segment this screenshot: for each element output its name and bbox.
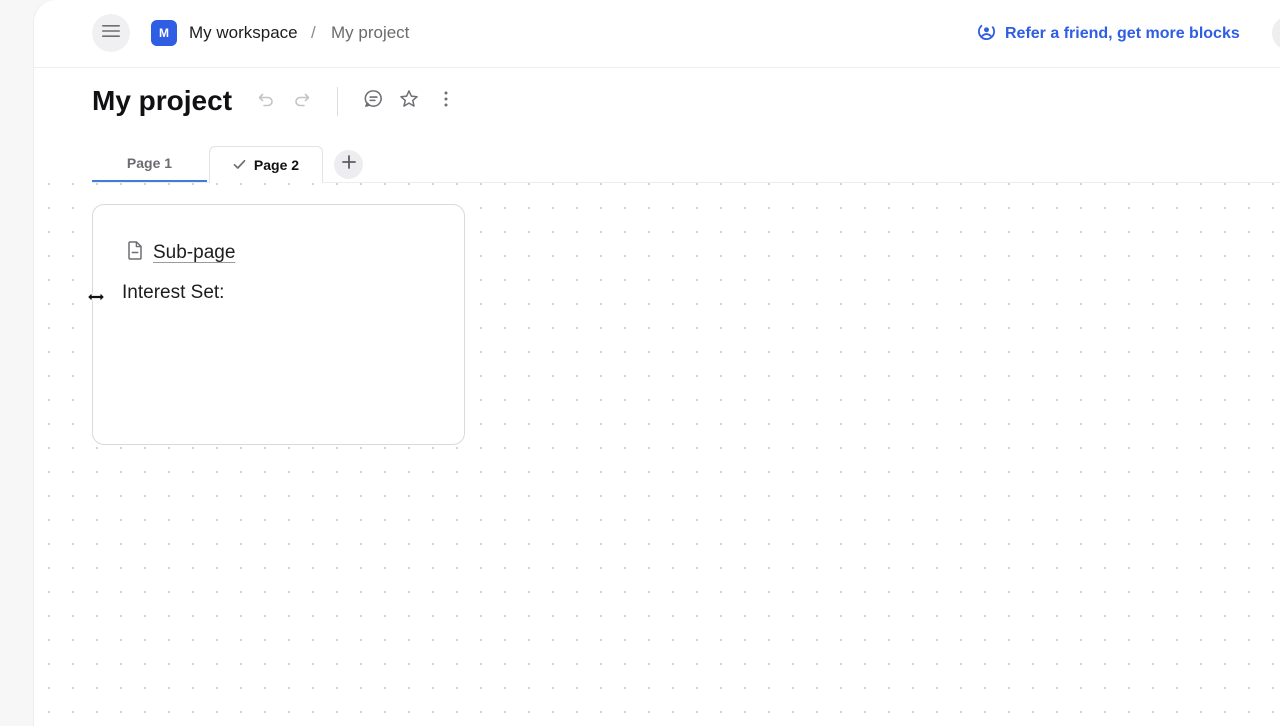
block-text[interactable]: Interest Set: [122, 281, 224, 305]
breadcrumb-separator: / [311, 23, 316, 42]
undo-button[interactable] [254, 89, 278, 113]
redo-icon [292, 89, 312, 114]
add-page-button[interactable] [334, 150, 363, 179]
tab-page-2[interactable]: Page 2 [209, 146, 323, 183]
user-avatar[interactable] [1272, 16, 1280, 50]
tab-label: Page 2 [253, 157, 300, 173]
resize-horizontal-cursor-icon [86, 290, 106, 304]
hamburger-menu-icon [102, 24, 120, 43]
tab-page-1[interactable]: Page 1 [92, 146, 207, 182]
breadcrumb-workspace[interactable]: My workspace [189, 23, 298, 43]
sub-page-link[interactable]: Sub-page [127, 241, 235, 265]
text-block-card[interactable]: Sub-page Interest Set: [92, 204, 465, 445]
star-icon [398, 88, 420, 115]
app-window: M My workspace / My project Refer a frie… [34, 0, 1280, 726]
comment-icon [363, 88, 384, 114]
page-title[interactable]: My project [92, 84, 232, 118]
breadcrumb-project[interactable]: My project [331, 23, 409, 43]
undo-icon [256, 89, 276, 114]
more-options-button[interactable] [434, 89, 458, 113]
refer-friend-link[interactable]: Refer a friend, get more blocks [977, 22, 1240, 46]
sub-page-label: Sub-page [153, 242, 236, 263]
workspace-avatar[interactable]: M [151, 20, 177, 46]
top-bar: M My workspace / My project Refer a frie… [34, 0, 1280, 68]
more-vertical-icon [443, 90, 449, 113]
referral-user-icon [977, 22, 996, 46]
favorite-button[interactable] [397, 89, 421, 113]
comment-button[interactable] [361, 89, 385, 113]
tab-label: Page 1 [126, 155, 173, 171]
refer-friend-label: Refer a friend, get more blocks [1005, 25, 1240, 42]
menu-button[interactable] [92, 14, 130, 52]
plus-icon [341, 155, 356, 174]
toolbar-divider [337, 87, 338, 116]
check-icon [233, 157, 246, 173]
document-icon [127, 241, 143, 265]
redo-button[interactable] [290, 89, 314, 113]
